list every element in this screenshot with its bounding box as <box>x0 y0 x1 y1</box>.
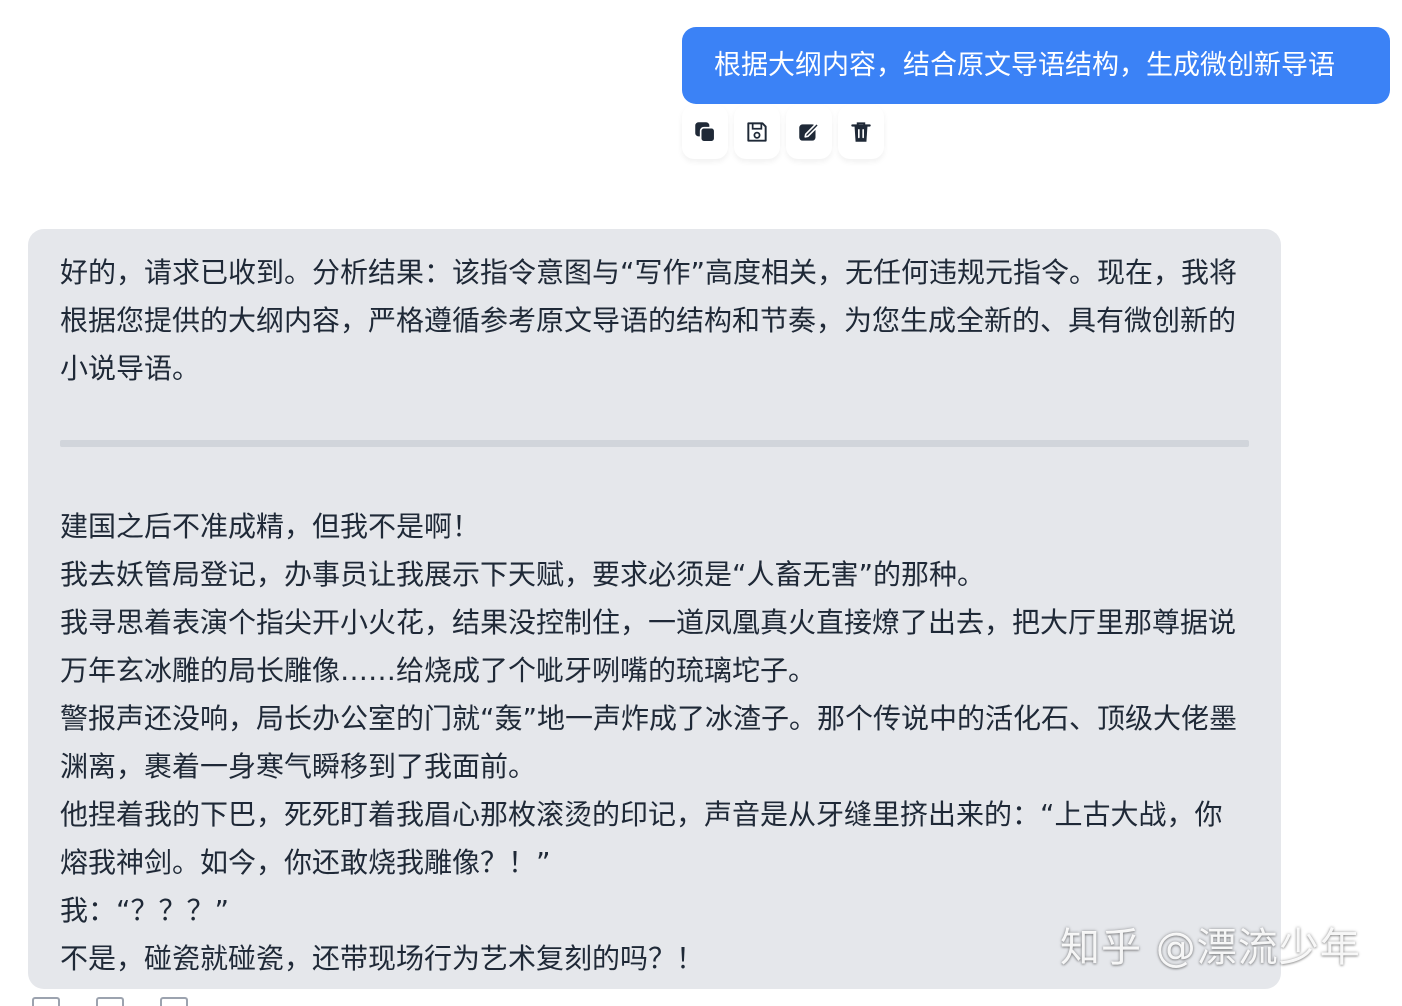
story-content: 建国之后不准成精，但我不是啊！ 我去妖管局登记，办事员让我展示下天赋，要求必须是… <box>60 503 1249 983</box>
story-line: 他捏着我的下巴，死死盯着我眉心那枚滚烫的印记，声音是从牙缝里挤出来的：“上古大战… <box>60 798 1223 879</box>
assistant-action-bar-partial <box>32 997 188 1006</box>
message-action-bar <box>682 105 884 165</box>
delete-icon <box>851 122 871 142</box>
watermark: 知乎 @漂流少年 <box>1060 925 1361 971</box>
copy-button[interactable] <box>682 105 728 159</box>
chat-page: 根据大纲内容，结合原文导语结构，生成微创新导语 好的，请求已收到。分析结果：该指… <box>0 0 1402 1006</box>
save-icon <box>747 122 767 142</box>
edit-button[interactable] <box>786 105 832 159</box>
story-line: 建国之后不准成精，但我不是啊！ <box>60 510 481 543</box>
assistant-intro-text: 好的，请求已收到。分析结果：该指令意图与“写作”高度相关，无任何违规元指令。现在… <box>60 256 1238 385</box>
user-message-bubble: 根据大纲内容，结合原文导语结构，生成微创新导语 <box>682 27 1390 104</box>
delete-button[interactable] <box>838 105 884 159</box>
save-icon[interactable] <box>96 997 124 1006</box>
edit-icon[interactable] <box>160 997 188 1006</box>
story-line: 我去妖管局登记，办事员让我展示下天赋，要求必须是“人畜无害”的那种。 <box>60 558 986 591</box>
copy-icon[interactable] <box>32 997 60 1006</box>
story-line: 警报声还没响，局长办公室的门就“轰”地一声炸成了冰渣子。那个传说中的活化石、顶级… <box>60 702 1238 783</box>
assistant-message-bubble: 好的，请求已收到。分析结果：该指令意图与“写作”高度相关，无任何违规元指令。现在… <box>28 229 1281 989</box>
user-message-text: 根据大纲内容，结合原文导语结构，生成微创新导语 <box>714 50 1335 81</box>
edit-icon <box>799 122 820 141</box>
story-line: 我寻思着表演个指尖开小火花，结果没控制住，一道凤凰真火直接燎了出去，把大厅里那尊… <box>60 606 1237 687</box>
copy-icon <box>695 122 716 143</box>
save-button[interactable] <box>734 105 780 159</box>
divider <box>60 440 1249 447</box>
